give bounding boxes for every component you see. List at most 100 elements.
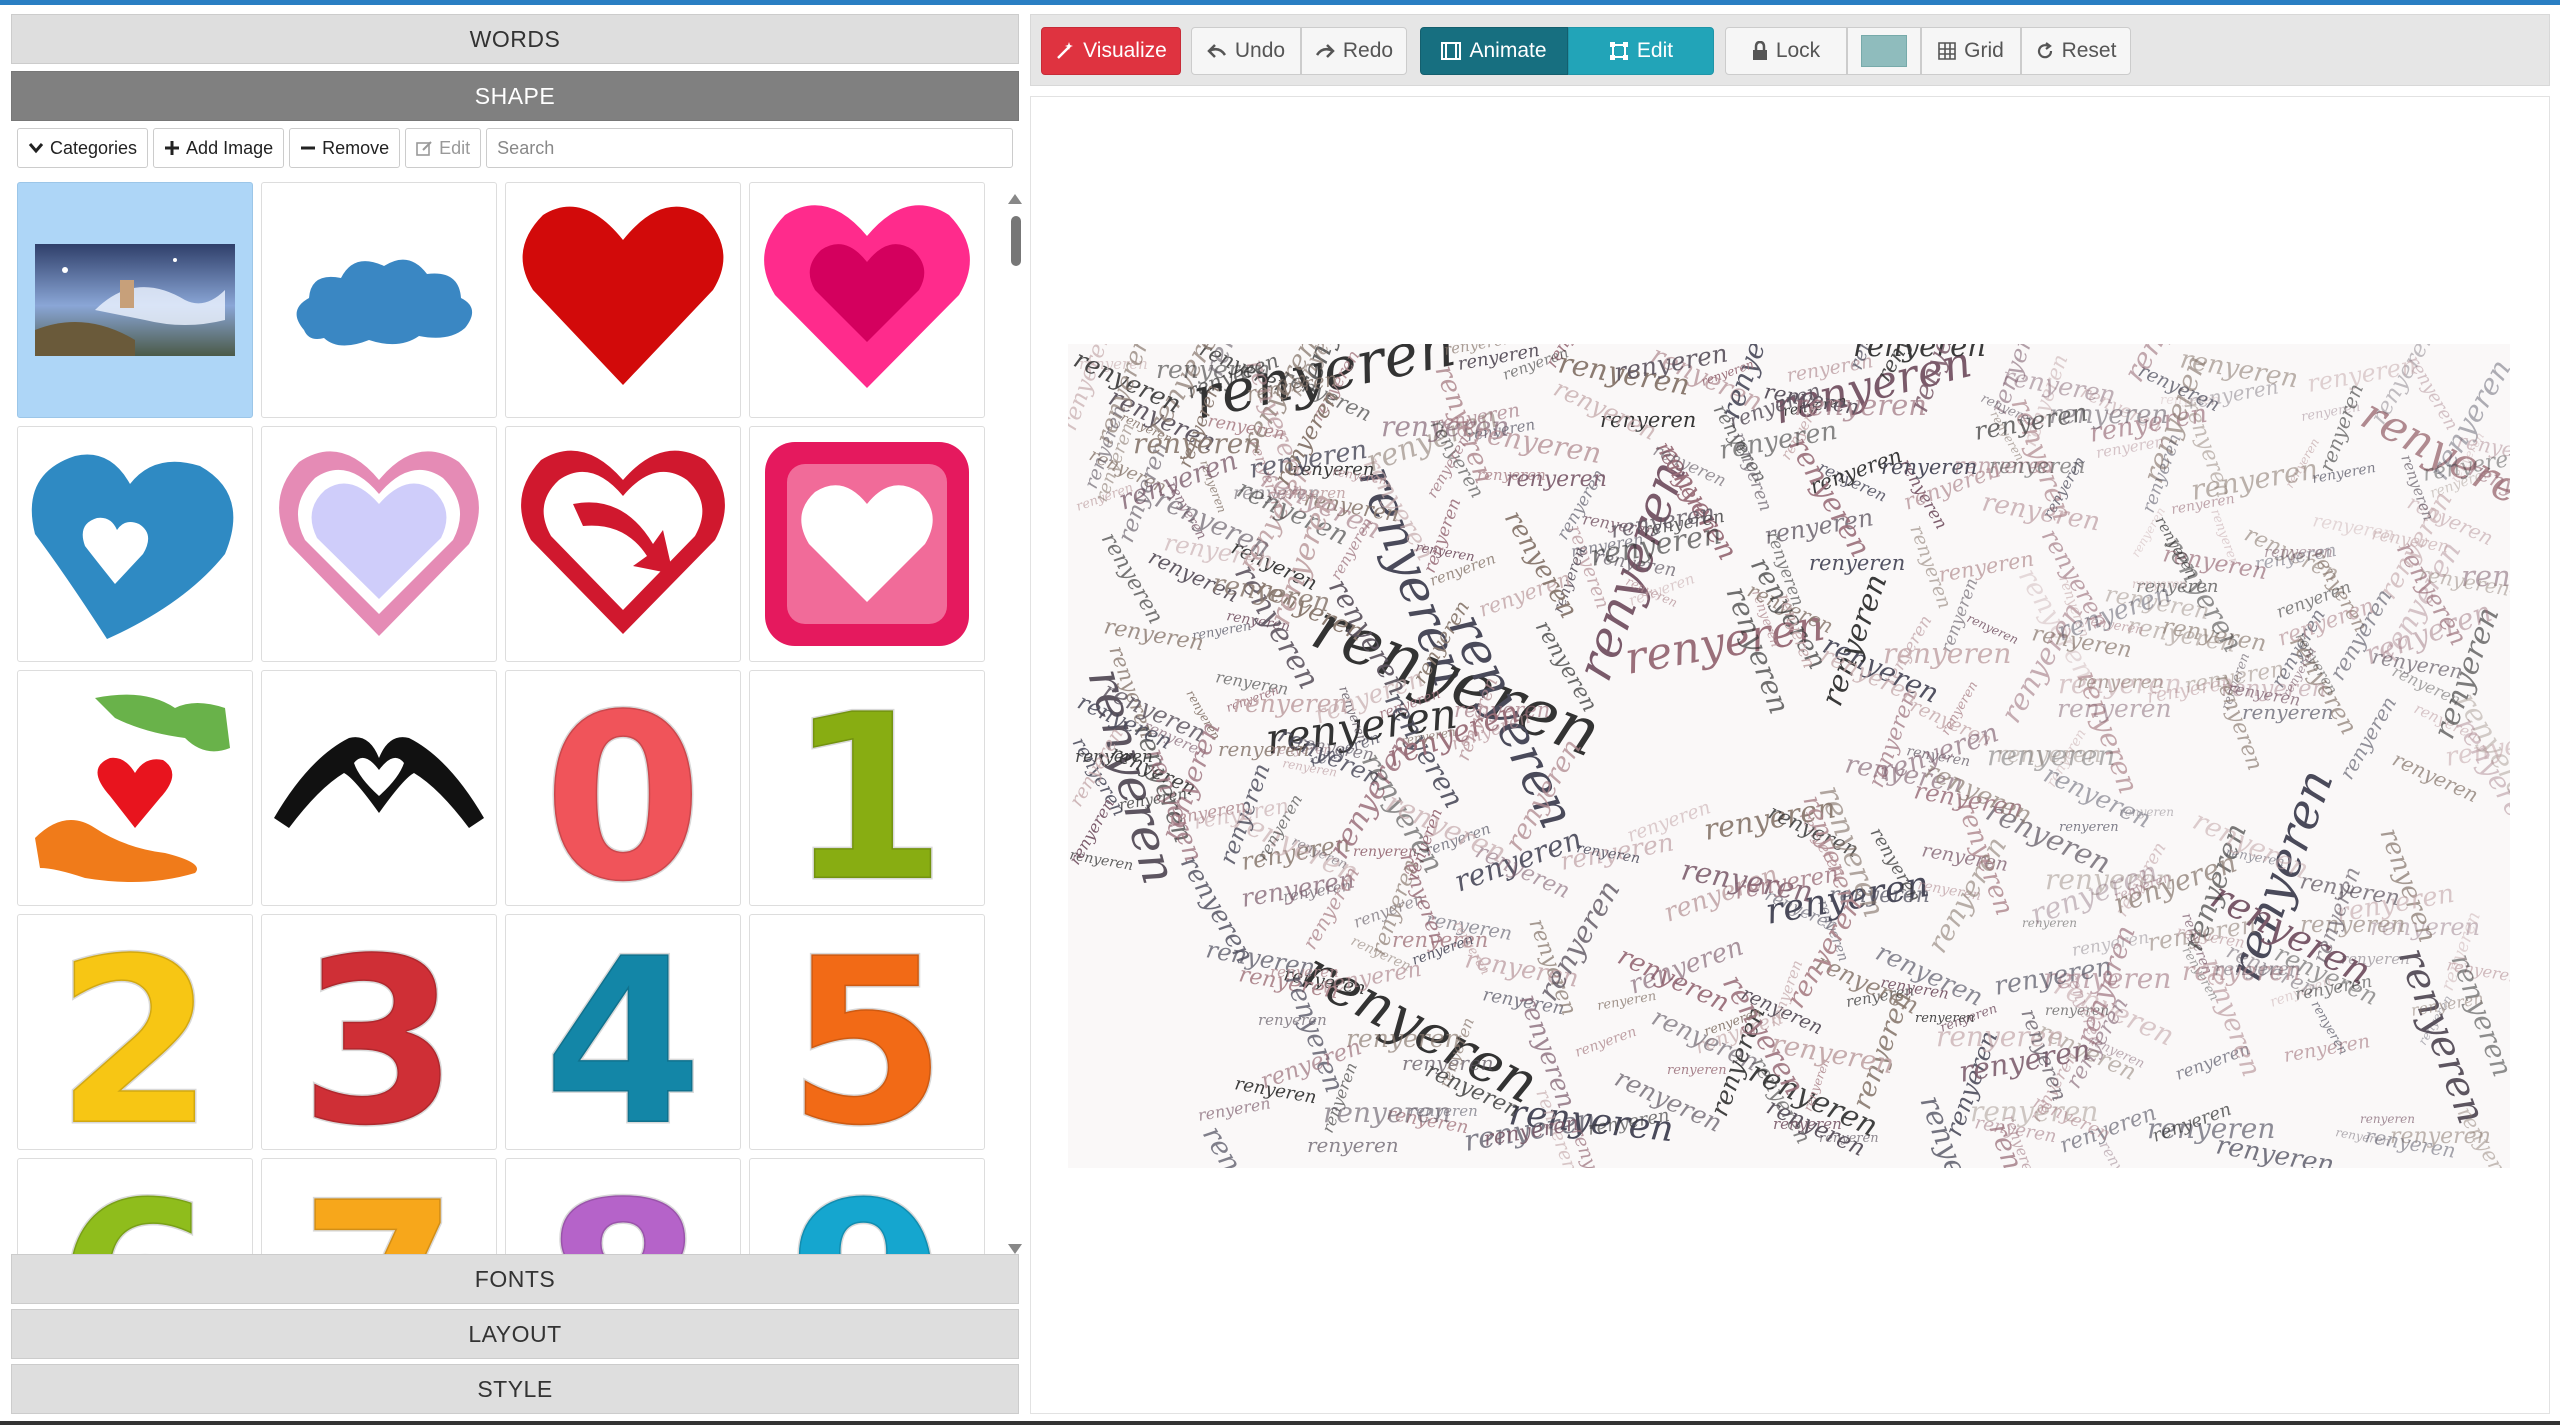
cloud-word: renyeren	[1915, 1011, 1975, 1026]
add-image-label: Add Image	[186, 137, 274, 158]
digit-1-shape-glyph: 1	[787, 678, 947, 898]
visualize-label: Visualize	[1083, 39, 1167, 62]
layout-section-header[interactable]: LAYOUT	[11, 1309, 1019, 1359]
digit-8-shape-glyph: 8	[543, 1166, 703, 1262]
shape-section-header[interactable]: SHAPE	[11, 71, 1019, 121]
film-icon	[1441, 42, 1462, 60]
digit-2-shape-glyph: 2	[55, 922, 215, 1142]
cloud-word: renyeren	[1307, 1133, 1399, 1157]
digit-6-shape-glyph: 6	[55, 1166, 215, 1262]
cloud-word: renyeren	[1258, 1011, 1327, 1029]
main-toolbar: Visualize Undo Redo Animate Edit Lock Gr…	[1030, 14, 2550, 86]
lock-label: Lock	[1775, 39, 1821, 62]
left-panel: WORDS SHAPE Categories Add Image Remove …	[11, 14, 1022, 1414]
heart-arrow-shape[interactable]	[505, 426, 741, 662]
reset-label: Reset	[2061, 39, 2117, 62]
redo-icon	[1315, 44, 1335, 58]
scroll-up-arrow[interactable]	[1008, 194, 1022, 204]
cloud-word: renyeren	[1883, 637, 2011, 670]
minus-icon	[301, 146, 316, 150]
heart-square-icon-shape[interactable]	[749, 426, 985, 662]
visualize-button[interactable]: Visualize	[1041, 27, 1181, 75]
edit-canvas-button[interactable]: Edit	[1568, 27, 1714, 75]
digit-5-shape[interactable]: 5	[749, 914, 985, 1150]
cloud-word: renyeren	[2341, 950, 2410, 968]
categories-label: Categories	[50, 137, 138, 158]
remove-button[interactable]: Remove	[289, 128, 401, 168]
digit-2-shape[interactable]: 2	[17, 914, 253, 1150]
red-heart-shape[interactable]	[505, 182, 741, 418]
cloud-word: renyeren	[1506, 467, 1607, 492]
edit-icon	[416, 140, 432, 156]
style-section-header[interactable]: STYLE	[11, 1364, 1019, 1414]
redo-label: Redo	[1342, 39, 1394, 62]
edit-canvas-label: Edit	[1636, 39, 1674, 62]
animate-label: Animate	[1469, 39, 1547, 62]
hands-heart-shape[interactable]	[17, 670, 253, 906]
cloud-word: renyeren	[2214, 958, 2301, 980]
color-swatch-button[interactable]	[1847, 27, 1921, 75]
photo-image	[35, 244, 235, 356]
top-accent-bar	[0, 0, 2560, 5]
digit-7-shape[interactable]: 7	[261, 1158, 497, 1262]
words-section-header[interactable]: WORDS	[11, 14, 1019, 64]
undo-label: Undo	[1234, 39, 1286, 62]
digit-4-shape-glyph: 4	[543, 922, 703, 1142]
scroll-down-arrow[interactable]	[1008, 1244, 1022, 1254]
fonts-section-header[interactable]: FONTS	[11, 1254, 1019, 1304]
reset-button[interactable]: Reset	[2021, 27, 2131, 75]
digit-7-shape-glyph: 7	[299, 1166, 459, 1262]
digit-0-shape-glyph: 0	[543, 678, 703, 898]
pink-double-heart-shape[interactable]	[749, 182, 985, 418]
digit-8-shape[interactable]: 8	[505, 1158, 741, 1262]
cloud-word: renyeren	[2049, 400, 2168, 430]
edit-shape-label: Edit	[439, 137, 471, 158]
bottom-bar	[0, 1421, 2560, 1425]
reset-icon	[2037, 42, 2052, 59]
redo-button[interactable]: Redo	[1301, 27, 1407, 75]
hands-heart-silhouette-shape[interactable]	[261, 670, 497, 906]
cloud-word: renyeren	[1667, 1063, 1727, 1078]
shape-gallery: 01 2345 6789	[17, 182, 1009, 1262]
cloud-word: renyeren	[1323, 1096, 1451, 1129]
pink-lavender-heart-shape[interactable]	[261, 426, 497, 662]
categories-button[interactable]: Categories	[17, 128, 149, 168]
digit-shapes-grid: 2345 6789	[17, 914, 1009, 1262]
edit-shape-button[interactable]: Edit	[405, 128, 482, 168]
color-swatch	[1861, 35, 1907, 67]
digit-3-shape-glyph: 3	[299, 922, 459, 1142]
digit-1-shape[interactable]: 1	[749, 670, 985, 906]
grid-label: Grid	[1964, 39, 2004, 62]
lock-button[interactable]: Lock	[1725, 27, 1847, 75]
cloud-word: renyeren	[1133, 427, 1261, 460]
blue-heart-outline-shape[interactable]	[17, 426, 253, 662]
grid-icon	[1938, 42, 1956, 60]
plus-icon	[165, 141, 180, 155]
add-image-button[interactable]: Add Image	[153, 128, 285, 168]
word-cloud-image: renyeren renyeren renyeren renyeren renyeren…	[1068, 344, 2510, 1168]
digit-9-shape-glyph: 9	[787, 1166, 947, 1262]
photo-thumbnail[interactable]	[17, 182, 253, 418]
scroll-thumb[interactable]	[1011, 216, 1021, 266]
shape-toolbar: Categories Add Image Remove Edit	[17, 128, 1013, 170]
remove-label: Remove	[322, 137, 390, 158]
lock-icon	[1752, 41, 1767, 60]
cloud-shape[interactable]	[261, 182, 497, 418]
digit-0-shape[interactable]: 0	[505, 670, 741, 906]
chevron-down-icon	[28, 143, 44, 154]
crop-icon	[1609, 42, 1628, 60]
gallery-scrollbar[interactable]	[1007, 190, 1025, 1260]
undo-button[interactable]: Undo	[1191, 27, 1301, 75]
cloud-word: renyeren	[1346, 1024, 1461, 1053]
undo-icon	[1207, 44, 1226, 58]
digit-5-shape-glyph: 5	[787, 922, 947, 1142]
cloud-word: renyeren	[2264, 543, 2333, 561]
shape-search-input[interactable]	[486, 128, 1013, 168]
grid-button[interactable]: Grid	[1921, 27, 2021, 75]
digit-9-shape[interactable]: 9	[749, 1158, 985, 1262]
animate-button[interactable]: Animate	[1420, 27, 1568, 75]
digit-6-shape[interactable]: 6	[17, 1158, 253, 1262]
digit-3-shape[interactable]: 3	[261, 914, 497, 1150]
magic-wand-icon	[1057, 42, 1074, 59]
digit-4-shape[interactable]: 4	[505, 914, 741, 1150]
